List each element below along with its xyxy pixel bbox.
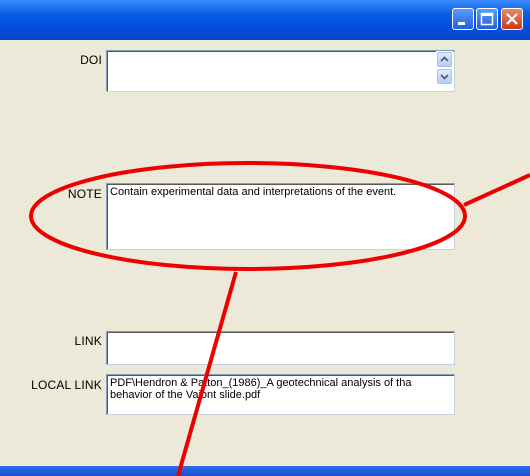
annotation-line-right xyxy=(463,173,530,207)
local-link-field[interactable]: PDF\Hendron & Patton_(1986)_A geotechnic… xyxy=(106,374,455,415)
close-icon xyxy=(506,13,518,25)
window-bottom-bar xyxy=(0,466,530,476)
link-field[interactable] xyxy=(106,331,455,365)
doi-label: DOI xyxy=(80,53,102,67)
link-label: LINK xyxy=(74,334,102,348)
local-link-label: LOCAL LINK xyxy=(31,378,102,392)
scroll-up-button[interactable] xyxy=(437,52,452,67)
doi-scrollbar[interactable] xyxy=(436,51,453,91)
window-titlebar[interactable] xyxy=(0,0,530,40)
minimize-icon xyxy=(458,22,465,25)
arrow-up-icon xyxy=(440,56,449,62)
doi-field[interactable] xyxy=(106,50,455,92)
maximize-icon xyxy=(480,12,494,26)
maximize-button[interactable] xyxy=(476,8,498,30)
arrow-down-icon xyxy=(440,74,449,80)
minimize-button[interactable] xyxy=(452,8,474,30)
scroll-down-button[interactable] xyxy=(437,69,452,84)
close-button[interactable] xyxy=(501,8,523,30)
note-label: NOTE xyxy=(67,187,102,201)
note-field[interactable]: Contain experimental data and interpreta… xyxy=(106,183,455,250)
